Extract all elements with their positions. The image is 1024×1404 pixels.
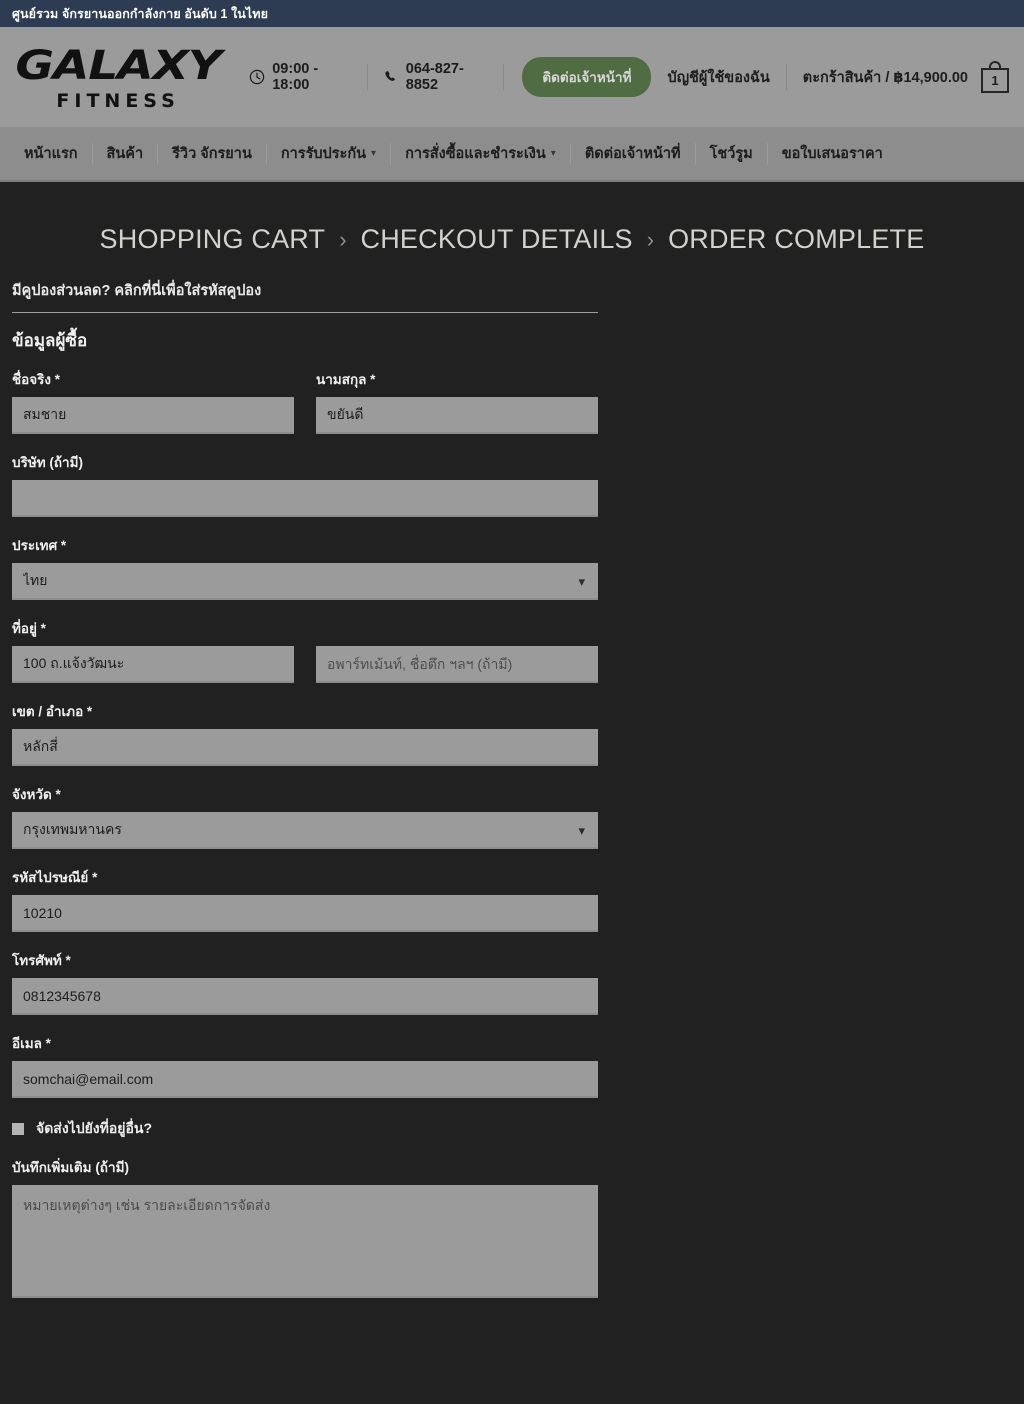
- nav-label: การสั่งซื้อและชำระเงิน: [405, 146, 546, 162]
- breadcrumb-step-checkout-details[interactable]: CHECKOUT DETAILS: [361, 224, 633, 255]
- first-name-group: ชื่อจริง *: [12, 368, 294, 434]
- district-input[interactable]: [12, 729, 598, 766]
- business-hours-text: 09:00 - 18:00: [272, 61, 319, 93]
- breadcrumb-step-order-complete[interactable]: ORDER COMPLETE: [668, 224, 924, 255]
- address-row: [12, 646, 598, 683]
- ship-to-different-address-label: จัดส่งไปยังที่อยู่อื่น?: [36, 1120, 153, 1136]
- ship-to-different-address-checkbox[interactable]: [12, 1123, 24, 1135]
- nav-label: ติดต่อเจ้าหน้าที่: [584, 146, 681, 162]
- postcode-group: รหัสไปรษณีย์ *: [12, 866, 598, 932]
- chevron-down-icon: ▾: [550, 148, 556, 159]
- clock-icon: [249, 69, 265, 85]
- province-select[interactable]: [12, 812, 598, 849]
- postcode-label: รหัสไปรษณีย์ *: [12, 870, 98, 885]
- header-info-group: 09:00 - 18:00 064-827-8852 ติดต่อเจ้าหน้…: [234, 57, 652, 97]
- company-group: บริษัท (ถ้ามี): [12, 451, 598, 517]
- top-announcement-bar: ศูนย์รวม จักรยานออกกำลังกาย อันดับ 1 ในไ…: [0, 0, 1024, 27]
- address-label: ที่อยู่ *: [12, 621, 46, 636]
- billing-form-column: มีคูปองส่วนลด? คลิกที่นี่เพื่อใส่รหัสคูป…: [12, 279, 598, 1303]
- email-group: อีเมล *: [12, 1032, 598, 1098]
- name-row: ชื่อจริง * นามสกุล *: [12, 368, 598, 434]
- last-name-input[interactable]: [316, 397, 598, 434]
- checkout-breadcrumb: SHOPPING CART › CHECKOUT DETAILS › ORDER…: [0, 182, 1024, 279]
- company-input[interactable]: [12, 480, 598, 517]
- nav-item-order-payment[interactable]: การสั่งซื้อและชำระเงิน ▾: [391, 142, 571, 165]
- billing-section-title: ข้อมูลผู้ซื้อ: [12, 331, 88, 350]
- business-hours: 09:00 - 18:00: [234, 61, 367, 93]
- country-label: ประเทศ *: [12, 538, 67, 553]
- nav-item-quotation[interactable]: ขอใบเสนอราคา: [768, 143, 897, 165]
- address-line1-input[interactable]: [12, 646, 294, 683]
- header-divider-2: [503, 64, 505, 90]
- logo-subtitle: FITNESS: [56, 89, 180, 112]
- phone-group: โทรศัพท์ *: [12, 949, 598, 1015]
- contact-staff-button[interactable]: ติดต่อเจ้าหน้าที่: [522, 57, 652, 97]
- first-name-label: ชื่อจริง *: [12, 372, 61, 387]
- email-input[interactable]: [12, 1061, 598, 1098]
- last-name-group: นามสกุล *: [316, 368, 598, 434]
- header-actions: บัญชีผู้ใช้ของฉัน ตะกร้าสินค้า / ฿14,900…: [651, 61, 1010, 93]
- email-label: อีเมล *: [12, 1036, 51, 1051]
- postcode-input[interactable]: [12, 895, 598, 932]
- country-select[interactable]: [12, 563, 598, 600]
- last-name-label: นามสกุล *: [316, 372, 376, 387]
- order-notes-group: บันทึกเพิ่มเติม (ถ้ามี): [12, 1156, 598, 1303]
- cart-total-link[interactable]: ตะกร้าสินค้า / ฿14,900.00: [787, 66, 980, 89]
- phone-number-text: 064-827-8852: [405, 61, 464, 93]
- top-tagline: ศูนย์รวม จักรยานออกกำลังกาย อันดับ 1 ในไ…: [12, 6, 269, 21]
- country-select-wrap: ▾: [12, 563, 598, 600]
- order-notes-textarea[interactable]: [12, 1185, 598, 1298]
- phone-label: โทรศัพท์ *: [12, 953, 71, 968]
- nav-item-reviews[interactable]: รีวิว จักรยาน: [158, 142, 267, 165]
- site-header: GALAXY FITNESS 09:00 - 18:00 064-827-885…: [0, 27, 1024, 127]
- phone-input[interactable]: [12, 978, 598, 1015]
- checkout-content: มีคูปองส่วนลด? คลิกที่นี่เพื่อใส่รหัสคูป…: [0, 279, 1024, 1303]
- order-notes-label: บันทึกเพิ่มเติม (ถ้ามี): [12, 1160, 129, 1175]
- logo-wordmark: GALAXY: [15, 42, 222, 89]
- first-name-input[interactable]: [12, 397, 294, 434]
- coupon-toggle-link[interactable]: มีคูปองส่วนลด? คลิกที่นี่เพื่อใส่รหัสคูป…: [12, 283, 261, 299]
- nav-label: สินค้า: [106, 146, 144, 162]
- address-line2-input[interactable]: [316, 646, 598, 683]
- ship-to-different-address-row[interactable]: จัดส่งไปยังที่อยู่อื่น?: [12, 1118, 598, 1140]
- nav-label: โชว์รูม: [709, 146, 753, 162]
- nav-label: ขอใบเสนอราคา: [781, 146, 883, 162]
- nav-item-products[interactable]: สินค้า: [93, 142, 159, 165]
- cart-bag-icon[interactable]: 1: [980, 61, 1010, 93]
- site-logo[interactable]: GALAXY FITNESS: [12, 43, 224, 112]
- nav-item-showroom[interactable]: โชว์รูม: [696, 142, 768, 165]
- address-group: ที่อยู่ *: [12, 617, 598, 683]
- my-account-link[interactable]: บัญชีผู้ใช้ของฉัน: [651, 66, 785, 89]
- province-group: จังหวัด * ▾: [12, 783, 598, 849]
- phone-icon: [383, 69, 399, 85]
- breadcrumb-separator: ›: [646, 226, 655, 252]
- province-select-wrap: ▾: [12, 812, 598, 849]
- country-group: ประเทศ * ▾: [12, 534, 598, 600]
- breadcrumb-separator: ›: [339, 226, 347, 252]
- nav-label: รีวิว จักรยาน: [172, 146, 252, 162]
- address-line1-wrap: [12, 646, 294, 683]
- coupon-notice: มีคูปองส่วนลด? คลิกที่นี่เพื่อใส่รหัสคูป…: [12, 279, 598, 313]
- district-group: เขต / อำเภอ *: [12, 700, 598, 766]
- province-label: จังหวัด *: [12, 787, 61, 802]
- nav-item-warranty[interactable]: การรับประกัน ▾: [267, 142, 392, 165]
- nav-item-contact[interactable]: ติดต่อเจ้าหน้าที่: [571, 142, 696, 165]
- chevron-down-icon: ▾: [371, 148, 377, 159]
- company-label: บริษัท (ถ้ามี): [12, 455, 84, 470]
- phone-number[interactable]: 064-827-8852: [368, 61, 504, 93]
- nav-item-home[interactable]: หน้าแรก: [10, 142, 93, 165]
- nav-label: การรับประกัน: [280, 146, 367, 162]
- breadcrumb-step-shopping-cart[interactable]: SHOPPING CART: [100, 224, 326, 255]
- address-line2-wrap: [316, 646, 598, 683]
- district-label: เขต / อำเภอ *: [12, 704, 93, 719]
- main-navigation: หน้าแรก สินค้า รีวิว จักรยาน การรับประกั…: [0, 127, 1024, 182]
- order-summary-column: รายการสั่งซื้อของคุณ สินค้า รวม จักรยาน …: [598, 279, 1012, 1303]
- nav-label: หน้าแรก: [24, 146, 78, 162]
- cart-item-count: 1: [981, 68, 1009, 93]
